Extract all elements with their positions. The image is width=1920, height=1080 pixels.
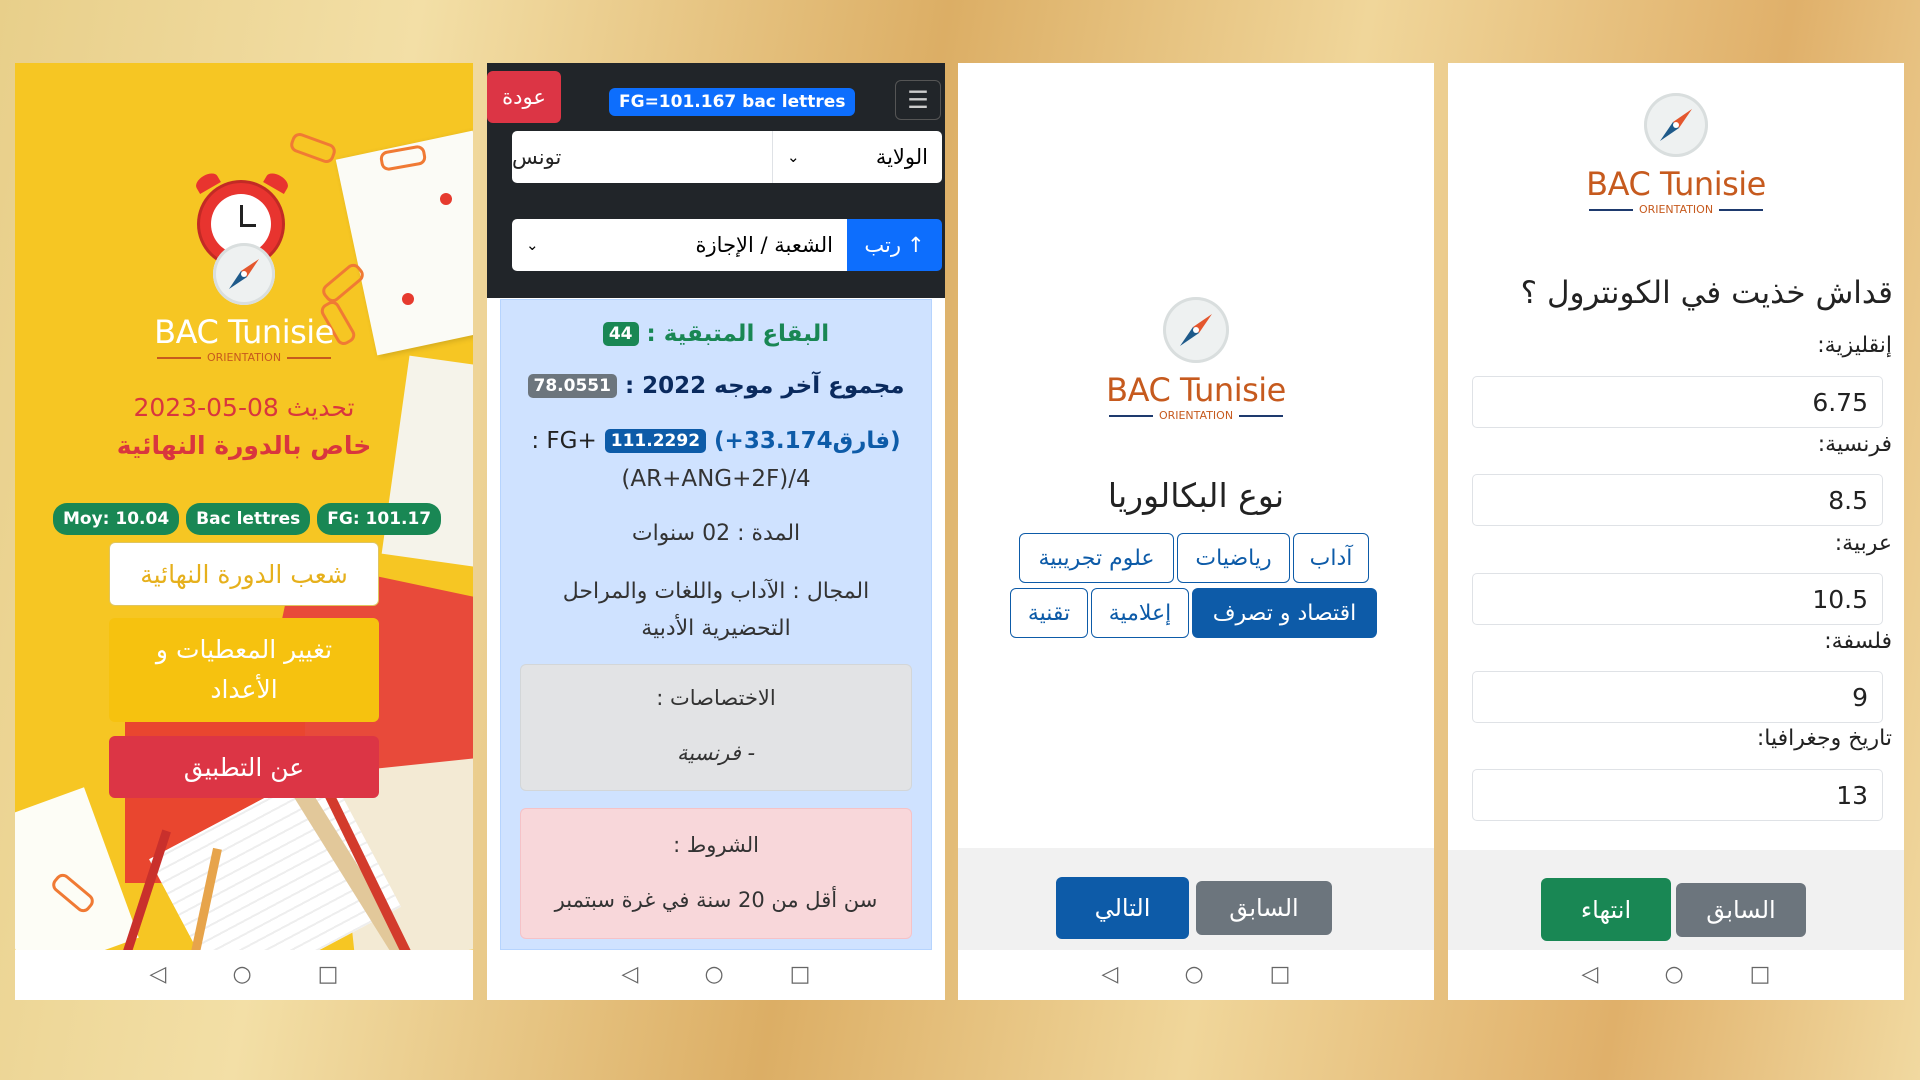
option-math[interactable]: رياضيات (1177, 533, 1290, 583)
option-economics[interactable]: اقتصاد و تصرف (1192, 588, 1377, 638)
last-total-row: مجموع آخر موجه 2022 : 78.0551 (487, 373, 945, 399)
conditions-value: سن أقل من 20 سنة في غرة سبتمبر (554, 888, 878, 912)
conditions-box (520, 808, 912, 939)
field-label-french: فرنسية: (1817, 432, 1892, 457)
badges-row: Moy: 10.04 Bac lettres FG: 101.17 (53, 503, 442, 535)
domain-text: المجال : الآداب واللغات والمراحل التحضير… (562, 579, 870, 641)
logo-brand: BAC Tunisie (154, 313, 334, 351)
bac-type-badge: Bac lettres (186, 503, 311, 535)
logo-subtitle: ORIENTATION (1158, 409, 1234, 422)
bac-type-title: نوع البكالوريا (1107, 476, 1285, 515)
compass-icon (1163, 297, 1229, 363)
nav-recent-icon[interactable]: □ (318, 964, 339, 986)
field-label-arabic: عربية: (1834, 531, 1892, 556)
back-button[interactable]: عودة (487, 71, 561, 123)
option-adab[interactable]: آداب (1293, 533, 1369, 583)
history-geography-grade-input[interactable]: 13 (1472, 769, 1883, 821)
option-informatics[interactable]: إعلامية (1091, 588, 1189, 638)
arabic-grade-input[interactable]: 10.5 (1472, 573, 1883, 625)
remaining-label: البقاع المتبقية : (646, 321, 830, 347)
sort-label: رتب (864, 233, 901, 257)
conditions-label: الشروط : (673, 833, 759, 857)
moy-badge: Moy: 10.04 (53, 503, 180, 535)
next-button[interactable]: التالي (1056, 877, 1189, 939)
logo-brand: BAC Tunisie (1106, 371, 1286, 409)
french-grade-input[interactable]: 8.5 (1472, 474, 1883, 526)
control-question: قداش خذيت في الكونترول ؟ (1520, 275, 1893, 311)
nav-back-icon[interactable]: ◁ (150, 964, 167, 986)
duration-text: المدة : 02 سنوات (631, 521, 801, 546)
specialties-label: الاختصاصات : (656, 686, 776, 710)
option-technical[interactable]: تقنية (1010, 588, 1088, 638)
android-nav-bar: ◁ ○ □ (1448, 950, 1904, 1000)
fg-plus-badge: 111.2292 (604, 429, 707, 453)
logo-brand: BAC Tunisie (1586, 165, 1766, 203)
fg-badge: FG: 101.17 (317, 503, 442, 535)
screen-bac-type: BAC Tunisie ORIENTATION نوع البكالوريا آ… (958, 63, 1434, 1000)
screen-branch-details: عودة FG=101.167 bac lettres ☰ تونس ⌄ الو… (487, 63, 945, 1000)
app-logo: BAC Tunisie ORIENTATION (1096, 297, 1296, 422)
app-logo: BAC Tunisie ORIENTATION (144, 243, 344, 364)
nav-home-icon[interactable]: ○ (704, 964, 723, 986)
screen-home: BAC Tunisie ORIENTATION تحديث 08-05-2023… (15, 63, 473, 1000)
nav-back-icon[interactable]: ◁ (1582, 964, 1599, 986)
final-session-note: خاص بالدورة النهائية (116, 431, 372, 460)
fg-plus-label: : FG+ (531, 428, 597, 454)
fg-plus-row: : FG+ 111.2292 (فارق33.174+) (487, 428, 945, 454)
philosophy-grade-input[interactable]: 9 (1472, 671, 1883, 723)
android-nav-bar: ◁ ○ □ (958, 950, 1434, 1000)
nav-home-icon[interactable]: ○ (1184, 964, 1203, 986)
nav-recent-icon[interactable]: □ (1270, 964, 1291, 986)
change-data-button[interactable]: تغيير المعطيات و الأعداد (109, 618, 379, 722)
nav-back-icon[interactable]: ◁ (622, 964, 639, 986)
wilaya-label: الولاية (875, 145, 928, 169)
update-date: تحديث 08-05-2023 (133, 393, 355, 422)
compass-icon (1644, 93, 1708, 157)
chevron-down-icon: ⌄ (526, 236, 539, 254)
android-nav-bar: ◁ ○ □ (15, 950, 473, 1000)
screen-control-grades: BAC Tunisie ORIENTATION قداش خذيت في الك… (1448, 63, 1904, 1000)
nav-recent-icon[interactable]: □ (790, 964, 811, 986)
compass-icon (213, 243, 275, 305)
field-label-history-geography: تاريخ وجغرافيا: (1756, 726, 1892, 751)
fg-info-badge: FG=101.167 bac lettres (609, 88, 856, 116)
remaining-row: البقاع المتبقية : 44 (487, 321, 945, 347)
previous-button[interactable]: السابق (1196, 881, 1332, 935)
last-total-label: مجموع آخر موجه 2022 : (624, 373, 905, 399)
last-total-badge: 78.0551 (527, 374, 617, 398)
arrow-up-icon: ↑ (907, 233, 925, 257)
android-nav-bar: ◁ ○ □ (487, 950, 945, 1000)
specialties-box (520, 664, 912, 791)
option-sciences[interactable]: علوم تجريبية (1019, 533, 1174, 583)
formula-text: (AR+ANG+2F)/4 (621, 466, 811, 492)
specialties-value: - فرنسية (676, 741, 756, 765)
sort-button[interactable]: رتب ↑ (847, 219, 942, 271)
fg-diff-text: (فارق33.174+) (714, 428, 901, 454)
nav-recent-icon[interactable]: □ (1750, 964, 1771, 986)
logo-subtitle: ORIENTATION (206, 351, 282, 364)
wilaya-select[interactable]: ⌄ الولاية (772, 131, 942, 183)
branch-select-label: الشعبة / الإجازة (695, 233, 833, 257)
chevron-down-icon: ⌄ (787, 148, 800, 166)
menu-toggle-button[interactable]: ☰ (895, 80, 941, 120)
field-label-philosophy: فلسفة: (1824, 629, 1892, 654)
nav-back-icon[interactable]: ◁ (1102, 964, 1119, 986)
city-value[interactable]: تونس (512, 131, 772, 183)
field-label-english: إنقليزية: (1817, 333, 1892, 358)
english-grade-input[interactable]: 6.75 (1472, 376, 1883, 428)
app-logo: BAC Tunisie ORIENTATION (1576, 93, 1776, 216)
previous-button[interactable]: السابق (1676, 883, 1806, 937)
remaining-badge: 44 (602, 322, 639, 346)
hamburger-icon: ☰ (907, 86, 929, 114)
branch-select[interactable]: ⌄ الشعبة / الإجازة (512, 219, 847, 271)
finish-button[interactable]: انتهاء (1541, 878, 1671, 941)
logo-subtitle: ORIENTATION (1638, 203, 1714, 216)
nav-home-icon[interactable]: ○ (1664, 964, 1683, 986)
about-app-button[interactable]: عن التطبيق (109, 736, 379, 798)
nav-home-icon[interactable]: ○ (232, 964, 251, 986)
final-branches-button[interactable]: شعب الدورة النهائية (109, 542, 379, 606)
